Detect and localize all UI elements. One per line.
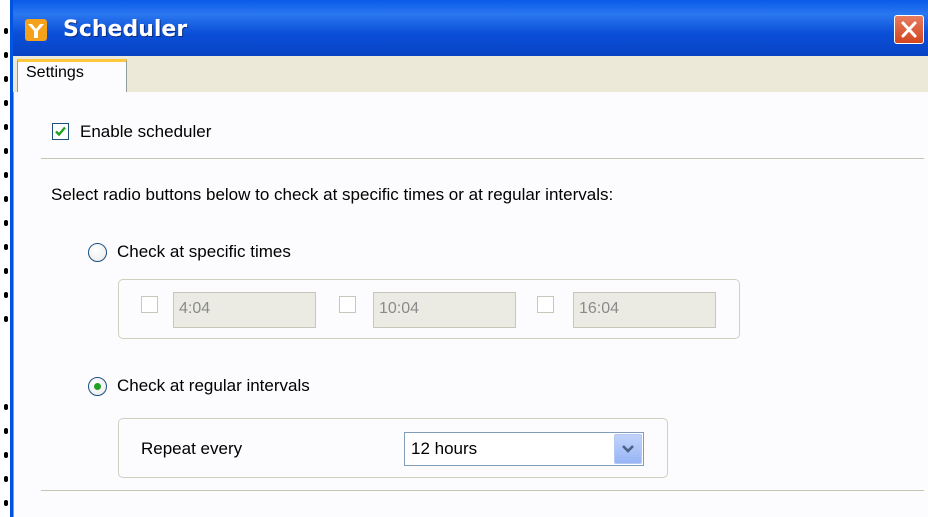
bottom-divider [41,490,924,491]
scheduler-window: Scheduler Settings Enable scheduler Sele… [10,0,928,517]
regular-intervals-group: Repeat every 12 hours [118,418,668,478]
instructions-text: Select radio buttons below to check at s… [51,185,614,204]
close-icon [901,21,917,38]
radio-selected-dot [94,383,101,390]
window-title: Scheduler [63,17,188,42]
repeat-every-label: Repeat every [141,439,243,458]
time-3-checkbox[interactable] [537,296,554,313]
time-1-checkbox[interactable] [141,296,158,313]
time-2-checkbox[interactable] [339,296,356,313]
specific-times-label: Check at specific times [117,242,291,261]
dropdown-button[interactable] [614,434,642,464]
repeat-interval-select[interactable]: 12 hours [404,432,644,466]
background-window-edge [0,0,10,517]
close-button[interactable] [894,15,924,44]
scheduler-app-icon [25,19,47,41]
checkmark-icon [55,126,66,137]
repeat-interval-value: 12 hours [411,439,478,458]
regular-intervals-radio[interactable] [88,377,107,396]
time-2-field[interactable]: 10:04 [373,292,516,328]
tab-strip: Settings [13,56,928,93]
enable-scheduler-label: Enable scheduler [80,122,212,141]
time-3-field[interactable]: 16:04 [573,292,716,328]
title-bar[interactable]: Scheduler [13,0,928,58]
settings-pane: Enable scheduler Select radio buttons be… [13,92,928,517]
chevron-down-icon [622,445,634,453]
divider [41,158,924,159]
specific-times-radio[interactable] [88,243,107,262]
tab-settings[interactable]: Settings [17,59,127,93]
specific-times-group: 4:04 10:04 16:04 [118,279,740,339]
time-1-field[interactable]: 4:04 [173,292,316,328]
enable-scheduler-checkbox[interactable] [52,123,69,140]
regular-intervals-label: Check at regular intervals [117,376,310,395]
